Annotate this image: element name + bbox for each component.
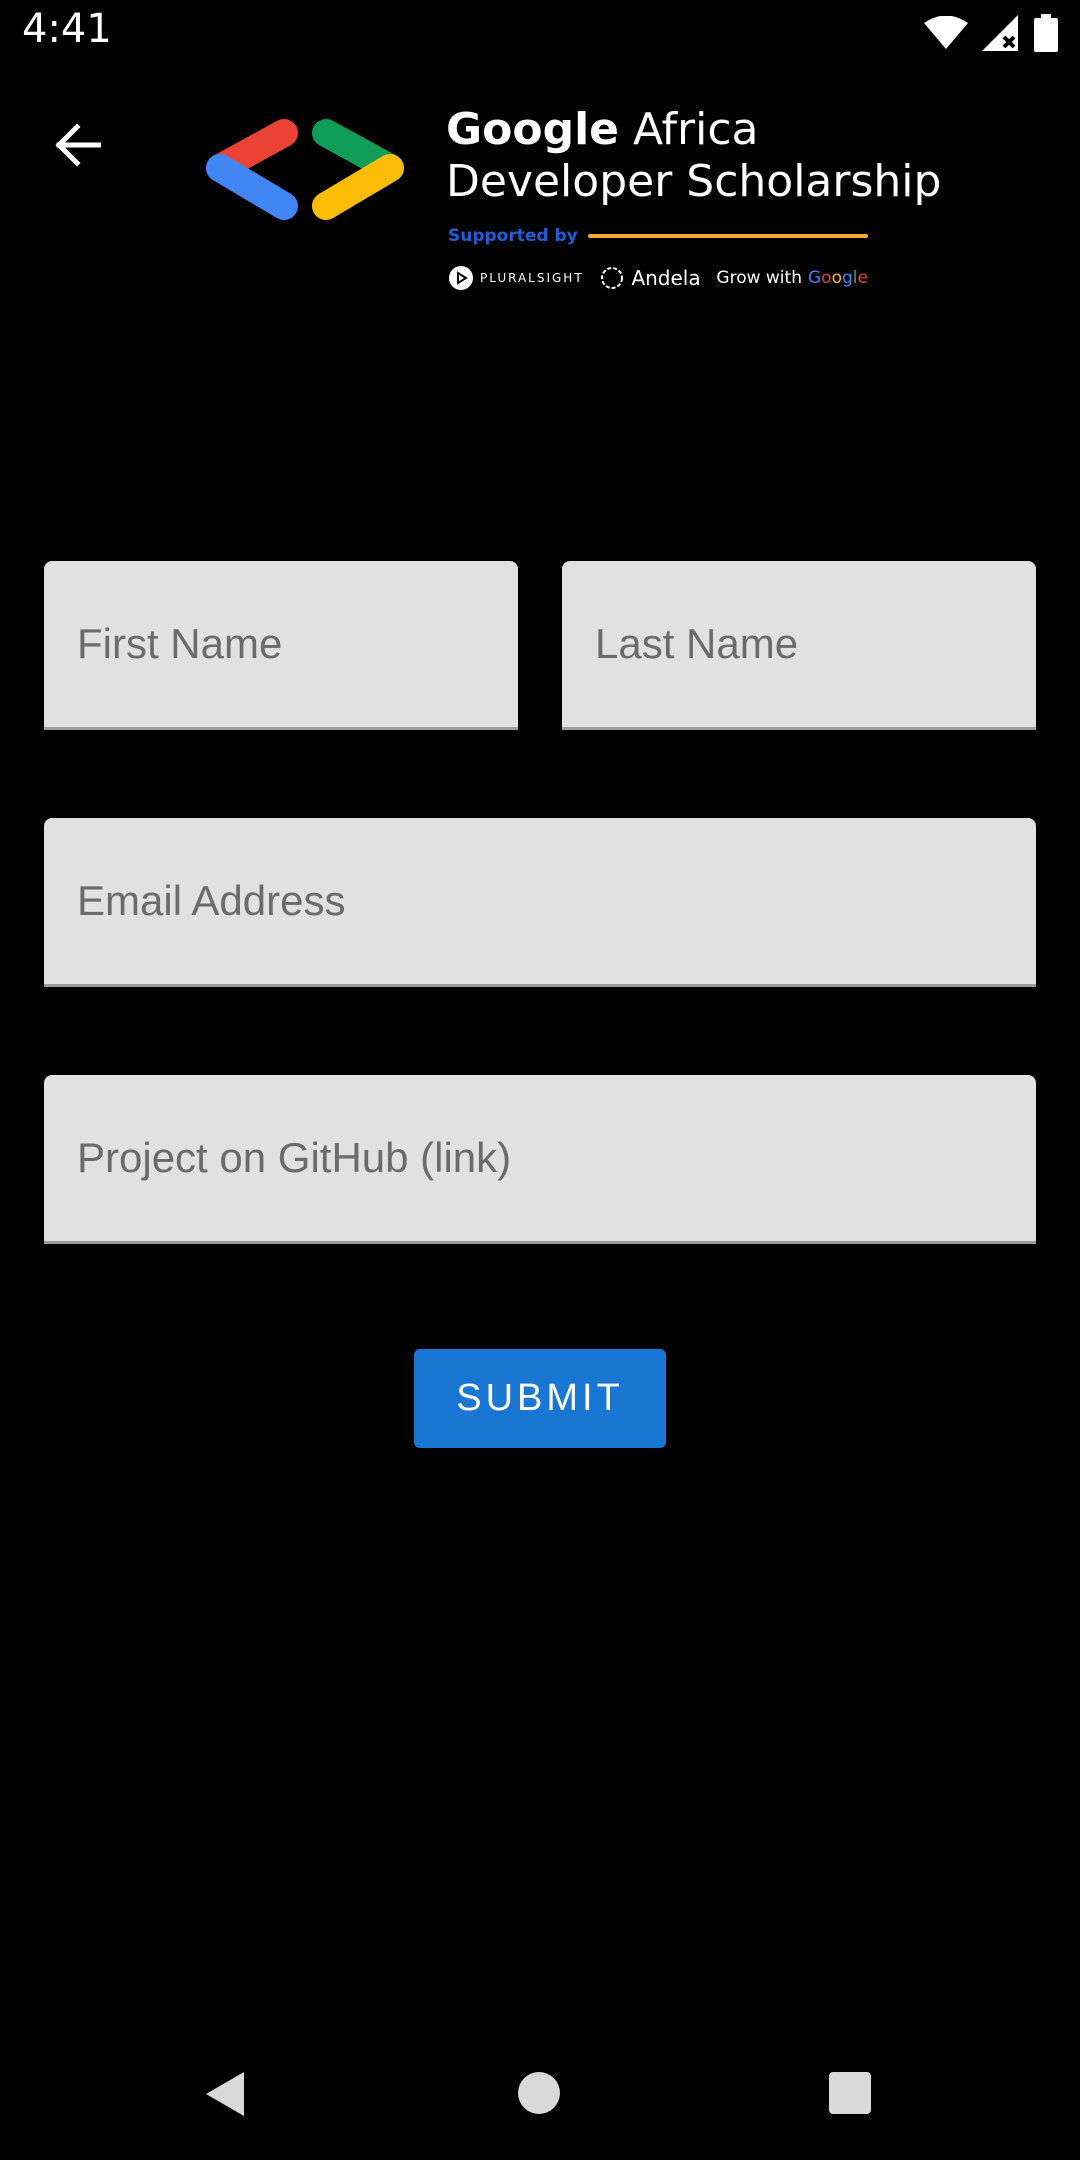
system-nav-bar	[0, 2030, 1080, 2160]
project-link-field[interactable]	[44, 1075, 1036, 1244]
last-name-field[interactable]	[562, 561, 1036, 730]
title-line2: Developer Scholarship	[446, 156, 942, 207]
google-letter: G	[807, 268, 822, 288]
status-icons	[924, 14, 1058, 52]
google-letter: o	[831, 268, 842, 288]
andela-logo: Andela	[599, 265, 701, 291]
email-field[interactable]	[44, 818, 1036, 987]
scholarship-title: Google Africa Developer Scholarship	[446, 104, 941, 208]
google-wordmark: Google	[808, 268, 868, 288]
andela-icon	[601, 267, 624, 289]
status-time: 4:41	[22, 6, 112, 52]
supported-by-label: Supported by	[448, 226, 578, 246]
title-africa: Africa	[633, 104, 759, 155]
nav-home-icon[interactable]	[518, 2072, 560, 2114]
grow-with-text: Grow with	[716, 268, 802, 288]
google-letter: o	[821, 268, 832, 288]
grow-with-google-logo: Grow with Google	[716, 268, 868, 288]
partner-logos: PLURALSIGHT Andela Grow with Google	[448, 262, 868, 294]
brand-google: Google	[446, 104, 619, 155]
email-input[interactable]	[44, 818, 1036, 984]
andela-text: Andela	[631, 266, 701, 290]
nav-back-icon[interactable]	[204, 2070, 246, 2118]
first-name-field[interactable]	[44, 561, 518, 730]
back-button[interactable]	[40, 108, 114, 182]
project-link-input[interactable]	[44, 1075, 1036, 1241]
status-bar: 4:41	[0, 0, 1080, 66]
nav-recents-icon[interactable]	[829, 2072, 871, 2114]
arrow-back-icon	[55, 123, 101, 167]
battery-icon	[1034, 14, 1058, 52]
gads-logo-icon	[206, 119, 404, 220]
wifi-icon	[924, 16, 968, 49]
signal-icon	[982, 15, 1018, 51]
submit-button[interactable]: SUBMIT	[414, 1349, 666, 1448]
first-name-input[interactable]	[44, 561, 518, 727]
last-name-input[interactable]	[562, 561, 1036, 727]
pluralsight-text: PLURALSIGHT	[480, 271, 584, 285]
pluralsight-logo: PLURALSIGHT	[448, 265, 584, 291]
pluralsight-icon	[449, 266, 473, 290]
supported-by-row: Supported by	[448, 226, 868, 246]
google-letter: e	[857, 268, 868, 288]
google-letter: g	[841, 268, 853, 288]
supported-by-divider	[587, 234, 868, 238]
